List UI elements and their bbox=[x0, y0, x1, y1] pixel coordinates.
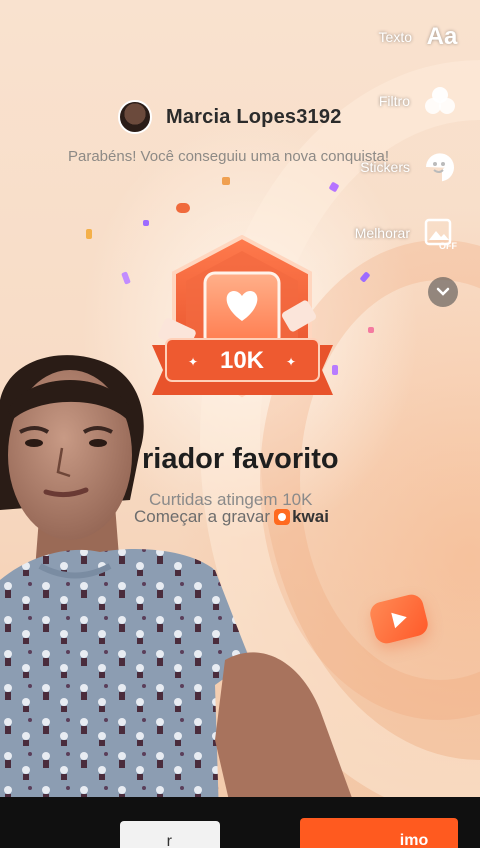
tool-text[interactable]: Texto Aa bbox=[379, 17, 462, 57]
tool-enhance-label: Melhorar bbox=[354, 225, 410, 241]
congrats-text: Parabéns! Você conseguiu uma nova conqui… bbox=[68, 148, 390, 165]
secondary-button[interactable]: r bbox=[120, 821, 220, 848]
enhance-icon: OFF bbox=[420, 213, 460, 253]
filter-icon bbox=[420, 81, 460, 121]
camera-feed-person bbox=[0, 355, 360, 848]
svg-text:OFF: OFF bbox=[439, 241, 457, 250]
confetti bbox=[368, 327, 374, 333]
confetti bbox=[86, 229, 92, 239]
tool-filter[interactable]: Filtro bbox=[379, 81, 460, 121]
username: Marcia Lopes3192 bbox=[166, 105, 342, 128]
video-canvas: Marcia Lopes3192 Parabéns! Você consegui… bbox=[0, 0, 480, 848]
tool-stickers[interactable]: Stickers bbox=[360, 147, 460, 187]
tool-enhance[interactable]: Melhorar OFF bbox=[355, 213, 460, 253]
primary-button[interactable]: imo bbox=[300, 818, 458, 848]
tool-filter-label: Filtro bbox=[378, 93, 410, 109]
chevron-down-icon bbox=[436, 287, 450, 296]
confetti bbox=[176, 203, 190, 213]
sticker-icon bbox=[420, 147, 460, 187]
text-icon: Aa bbox=[426, 23, 458, 50]
tool-text-label: Texto bbox=[378, 29, 412, 45]
avatar[interactable] bbox=[118, 100, 152, 134]
confetti bbox=[143, 220, 149, 226]
more-tools-button[interactable] bbox=[428, 277, 458, 307]
tool-stickers-label: Stickers bbox=[360, 159, 410, 175]
confetti bbox=[121, 271, 131, 285]
confetti bbox=[222, 177, 230, 185]
user-row: Marcia Lopes3192 bbox=[118, 100, 342, 134]
